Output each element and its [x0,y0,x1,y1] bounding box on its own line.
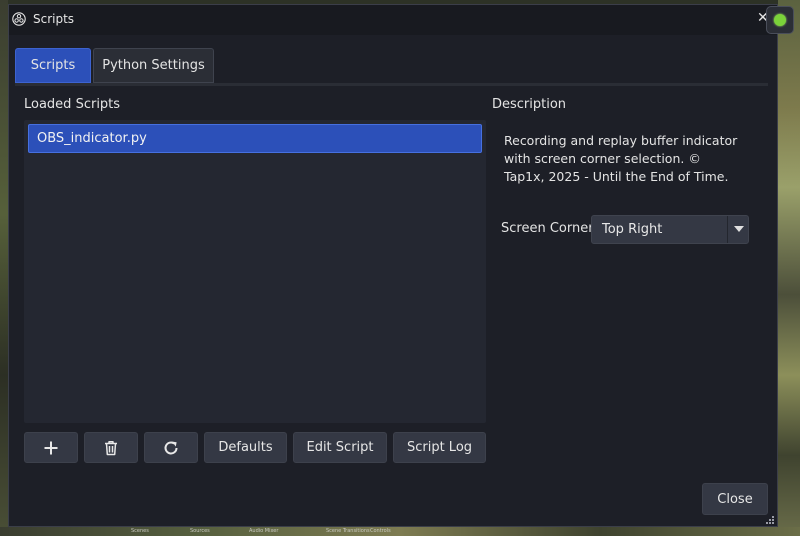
list-item[interactable]: OBS_indicator.py [28,124,482,153]
desktop-background-right [778,0,800,536]
defaults-button[interactable]: Defaults [204,432,287,463]
scripts-dialog: Scripts ✕ Scripts Python Settings Loaded… [8,4,778,527]
script-description: Recording and replay buffer indicator wi… [504,133,738,184]
dropdown-divider [727,216,728,243]
taskbar-label-scenes: Scenes [131,528,149,534]
remove-script-button[interactable] [84,432,138,463]
taskbar-label-controls: Controls [370,528,391,534]
script-log-button[interactable]: Script Log [393,432,486,463]
tab-divider [15,83,768,86]
recording-indicator [766,6,794,34]
title-bar[interactable]: Scripts ✕ [9,5,777,35]
screen-corner-dropdown[interactable]: Top Right [591,215,749,244]
reload-icon [164,440,178,454]
add-script-button[interactable] [24,432,78,463]
close-button[interactable]: Close [702,483,768,515]
tab-scripts[interactable]: Scripts [15,48,91,83]
taskbar-label-audio-mixer: Audio Mixer [249,528,279,534]
obs-logo-icon [12,12,26,26]
screen-corner-value: Top Right [602,222,663,237]
resize-grip-icon[interactable] [766,516,775,525]
edit-script-button[interactable]: Edit Script [293,432,387,463]
taskbar-label-scene-transitions: Scene Transitions [326,528,370,534]
screen-corner-label: Screen Corner [501,221,594,236]
loaded-scripts-list[interactable]: OBS_indicator.py [24,120,486,423]
indicator-dot-icon [774,14,786,26]
description-label: Description [492,97,567,112]
taskbar-label-sources: Sources [190,528,210,534]
window-title: Scripts [33,12,75,26]
loaded-scripts-label: Loaded Scripts [24,97,121,112]
trash-icon [105,440,117,455]
desktop-background-bottom [0,527,800,536]
tab-python-settings[interactable]: Python Settings [93,48,214,83]
chevron-down-icon[interactable] [734,226,744,232]
plus-icon [44,441,58,454]
desktop-background-left [0,0,8,536]
reload-script-button[interactable] [144,432,198,463]
